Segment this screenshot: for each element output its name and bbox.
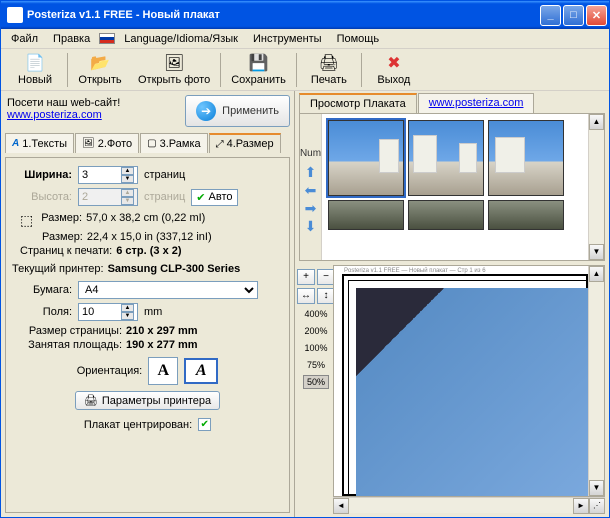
arrow-right-nav-icon[interactable]: ➡ — [305, 201, 317, 215]
fit-width-button[interactable]: ↔ — [297, 288, 315, 304]
open-button[interactable]: 📂Открыть — [70, 51, 130, 88]
close-button[interactable]: ✕ — [586, 5, 607, 26]
page-thumbnail[interactable] — [488, 120, 564, 196]
window-title: Posteriza v1.1 FREE - Новый плакат — [27, 9, 540, 21]
save-icon: 💾 — [249, 53, 269, 73]
zoom-controls: +− ↔↕ 400% 200% 100% 75% 50% — [299, 265, 333, 513]
dimensions-icon: ⬚ — [20, 212, 33, 229]
print-button[interactable]: 🖨Печать — [299, 51, 359, 88]
open-icon: 📂 — [90, 53, 110, 73]
zoom-in-button[interactable]: + — [297, 269, 315, 285]
height-label: Высота: — [12, 191, 72, 203]
zoom-100[interactable]: 100% — [304, 341, 327, 355]
orientation-portrait[interactable]: A — [148, 357, 178, 385]
scroll-up-icon[interactable]: ▲ — [589, 114, 604, 130]
tab-web[interactable]: www.posteriza.com — [418, 93, 535, 113]
frame-icon: ▢ — [147, 138, 156, 149]
centered-checkbox[interactable]: ✔ — [198, 418, 211, 431]
height-input: 2▲▼ — [78, 188, 138, 206]
new-icon: 📄 — [25, 53, 45, 73]
arrow-down-icon[interactable]: ⬇ — [305, 219, 317, 233]
num-label: Num — [298, 146, 323, 161]
page-thumbnail[interactable] — [408, 200, 484, 230]
paper-select[interactable]: A4 — [78, 281, 258, 299]
menu-file[interactable]: Файл — [5, 31, 44, 47]
toolbar: 📄Новый 📂Открыть 🖼Открыть фото 💾Сохранить… — [1, 49, 609, 91]
preview-scrollbar-v[interactable]: ▲ ▼ — [588, 266, 604, 496]
page-preview[interactable]: Posteriza v1.1 FREE — Новый плакат — Стр… — [333, 265, 605, 497]
menu-help[interactable]: Помощь — [331, 31, 386, 47]
text-icon: A — [12, 138, 19, 149]
open-photo-button[interactable]: 🖼Открыть фото — [130, 51, 218, 88]
width-label: Ширина: — [12, 169, 72, 181]
arrow-right-icon: ➔ — [196, 101, 216, 121]
print-icon: 🖨 — [319, 53, 339, 73]
exit-button[interactable]: ✖Выход — [364, 51, 424, 88]
resize-grip-icon[interactable]: ⋰ — [589, 498, 605, 514]
titlebar: Posteriza v1.1 FREE - Новый плакат _ □ ✕ — [1, 1, 609, 29]
preview-scrollbar-h[interactable]: ◄ ► ⋰ — [333, 497, 605, 513]
thumbnail-panel: Num ⬆ ⬅ ➡ ⬇ — [299, 113, 605, 261]
maximize-button[interactable]: □ — [563, 5, 584, 26]
auto-button[interactable]: ✔Авто — [191, 189, 237, 206]
zoom-400[interactable]: 400% — [304, 307, 327, 321]
app-window: Posteriza v1.1 FREE - Новый плакат _ □ ✕… — [0, 0, 610, 518]
tab-content-size: Ширина: 3▲▼ страниц Высота: 2▲▼ страниц … — [5, 157, 290, 513]
zoom-200[interactable]: 200% — [304, 324, 327, 338]
right-panel: Просмотр Плаката www.posteriza.com Num ⬆… — [295, 91, 609, 517]
page-thumbnail[interactable] — [328, 120, 404, 196]
minimize-button[interactable]: _ — [540, 5, 561, 26]
website-box: Посети наш web-сайт! www.posteriza.com — [5, 95, 179, 123]
photo-tab-icon: 🖼 — [82, 138, 95, 149]
size-icon: ⤢ — [216, 139, 224, 150]
tab-size[interactable]: ⤢4.Размер — [209, 133, 281, 153]
save-button[interactable]: 💾Сохранить — [223, 51, 294, 88]
spin-up-icon[interactable]: ▲ — [121, 167, 134, 175]
menu-tools[interactable]: Инструменты — [247, 31, 328, 47]
page-thumbnail[interactable] — [408, 120, 484, 196]
thumb-scrollbar[interactable]: ▲ ▼ — [588, 114, 604, 260]
page-thumbnail[interactable] — [488, 200, 564, 230]
arrow-up-icon[interactable]: ⬆ — [305, 165, 317, 179]
arrow-left-icon[interactable]: ⬅ — [305, 183, 317, 197]
new-button[interactable]: 📄Новый — [5, 51, 65, 88]
scroll-down-icon[interactable]: ▼ — [589, 244, 604, 260]
tab-texts[interactable]: A1.Тексты — [5, 133, 74, 153]
margins-input[interactable]: 10▲▼ — [78, 303, 138, 321]
width-input[interactable]: 3▲▼ — [78, 166, 138, 184]
flag-icon — [99, 33, 115, 44]
tab-preview[interactable]: Просмотр Плаката — [299, 93, 417, 113]
apply-button[interactable]: ➔ Применить — [185, 95, 290, 127]
photo-icon: 🖼 — [164, 53, 184, 73]
printer-icon: 🖨 — [84, 394, 98, 407]
settings-tabs: A1.Тексты 🖼2.Фото ▢3.Рамка ⤢4.Размер — [5, 133, 290, 153]
website-link[interactable]: www.posteriza.com — [7, 109, 102, 121]
left-panel: Посети наш web-сайт! www.posteriza.com ➔… — [1, 91, 295, 517]
printer-properties-button[interactable]: 🖨Параметры принтера — [75, 391, 220, 410]
tab-photo[interactable]: 🖼2.Фото — [75, 133, 139, 153]
menu-language[interactable]: Language/Idioma/Язык — [118, 31, 244, 47]
exit-icon: ✖ — [384, 53, 404, 73]
orientation-landscape[interactable]: A — [184, 358, 218, 384]
zoom-75[interactable]: 75% — [307, 358, 325, 372]
menubar: Файл Правка Language/Idioma/Язык Инструм… — [1, 29, 609, 49]
tab-frame[interactable]: ▢3.Рамка — [140, 133, 207, 153]
zoom-50[interactable]: 50% — [303, 375, 329, 389]
menu-edit[interactable]: Правка — [47, 31, 96, 47]
spin-down-icon[interactable]: ▼ — [121, 175, 134, 183]
app-icon — [7, 7, 23, 23]
check-icon: ✔ — [196, 191, 205, 204]
page-thumbnail[interactable] — [328, 200, 404, 230]
